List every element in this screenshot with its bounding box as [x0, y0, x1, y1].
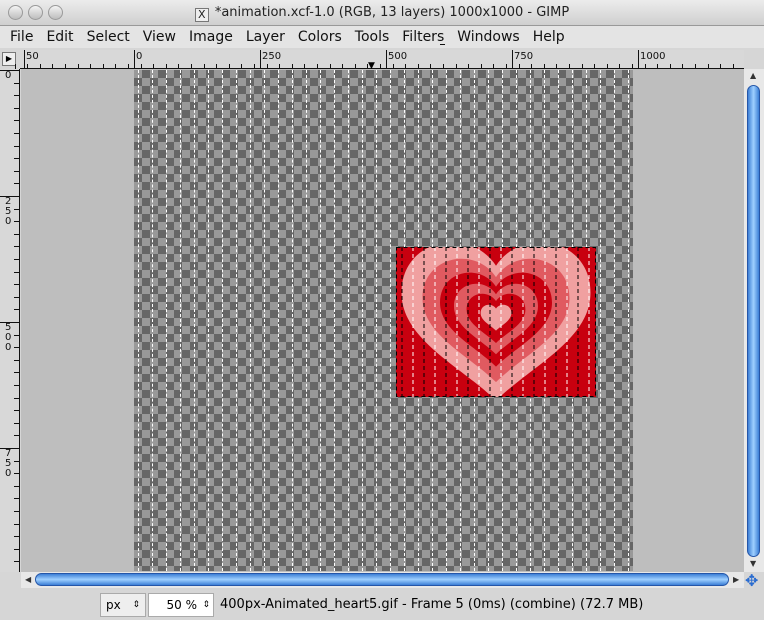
menu-layer[interactable]: Layer: [246, 26, 285, 48]
image-canvas[interactable]: [134, 70, 633, 571]
layer-boundary: [334, 70, 335, 571]
menu-label: Select: [86, 29, 130, 45]
ruler-label: 50: [26, 51, 39, 62]
menu-label: File: [10, 29, 34, 45]
scroll-left-icon[interactable]: ◀: [25, 575, 31, 584]
horizontal-scrollbar[interactable]: ◀ ▶: [21, 572, 744, 588]
zoom-input[interactable]: 50 % ⇕: [148, 593, 214, 617]
navigate-icon[interactable]: ✥: [745, 571, 758, 590]
layer-boundary: [320, 70, 321, 571]
ruler-label: 0: [5, 70, 12, 81]
menu-label: Help: [532, 29, 565, 45]
ruler-label: 250: [262, 51, 282, 62]
menu-label: Windows: [457, 29, 520, 45]
vertical-ruler: 0 250 500 750: [0, 69, 20, 572]
layer-boundary: [208, 70, 209, 571]
zoom-button[interactable]: [48, 5, 63, 20]
ruler-label: 0: [136, 51, 143, 62]
menu-help[interactable]: Help: [533, 26, 565, 48]
ruler-label: 1000: [640, 51, 666, 62]
menu-filters[interactable]: Filters: [402, 26, 446, 48]
layer-boundary: [166, 70, 167, 571]
menu-edit[interactable]: Edit: [46, 26, 73, 48]
layer-boundary: [376, 70, 377, 571]
menu-bar: File Edit Select View Image Layer Colors Tools F…: [0, 26, 764, 48]
menu-tools[interactable]: Tools: [355, 26, 390, 48]
unit-select[interactable]: px ⇕: [100, 593, 146, 617]
ruler-label: 750: [514, 51, 534, 62]
layer-boundary: [292, 70, 293, 571]
layer-boundary: [250, 70, 251, 571]
layer-boundary: [138, 70, 139, 571]
menu-select[interactable]: Select: [87, 26, 130, 48]
menu-label: Colors: [297, 29, 342, 45]
layer-boundary: [600, 70, 601, 571]
title-bar: X *animation.xcf-1.0 (RGB, 13 layers) 100…: [0, 0, 764, 26]
layer-boundary: [264, 70, 265, 571]
status-info: 400px-Animated_heart5.gif - Frame 5 (0ms…: [220, 597, 644, 612]
mnemonic-underline: [440, 44, 446, 45]
updown-icon: ⇕: [202, 600, 210, 610]
x11-icon: X: [194, 8, 209, 22]
layer-boundary: [236, 70, 237, 571]
minimize-button[interactable]: [28, 5, 43, 20]
updown-icon: ⇕: [132, 600, 140, 610]
window-title: *animation.xcf-1.0 (RGB, 13 layers) 1000…: [214, 5, 570, 20]
ruler-label: 500: [5, 322, 12, 353]
scroll-down-icon[interactable]: ▼: [750, 559, 756, 568]
horizontal-ruler: 50 0 250 500 750 1000 ▼: [14, 50, 744, 71]
scroll-up-icon[interactable]: ▲: [750, 71, 756, 80]
layer-boundary: [362, 70, 363, 571]
close-button[interactable]: [8, 5, 23, 20]
layer-boundary: [194, 70, 195, 571]
layer-boundary: [278, 70, 279, 571]
menu-view[interactable]: View: [143, 26, 176, 48]
menu-label: Filters: [402, 29, 445, 45]
layer-boundary: [306, 70, 307, 571]
menu-label: Tools: [354, 29, 390, 45]
heart-layer: [396, 247, 596, 397]
vertical-scroll-thumb[interactable]: [747, 85, 760, 557]
layer-boundary: [390, 70, 391, 571]
ruler-label: 500: [388, 51, 408, 62]
menu-file[interactable]: File: [10, 26, 33, 48]
horizontal-scroll-thumb[interactable]: [35, 573, 729, 586]
zoom-value: 50 %: [166, 598, 198, 612]
layer-boundary: [180, 70, 181, 571]
layer-boundary: [614, 70, 615, 571]
canvas-view[interactable]: [21, 69, 744, 572]
layer-boundary: [628, 70, 629, 571]
menu-label: Layer: [245, 29, 285, 45]
menu-label: Edit: [46, 29, 74, 45]
ruler-label: 750: [5, 448, 12, 479]
ruler-label: 250: [5, 196, 12, 227]
menu-label: View: [142, 29, 176, 45]
status-bar: px ⇕ 50 % ⇕ 400px-Animated_heart5.gif - Fr…: [0, 590, 764, 620]
layer-boundary: [222, 70, 223, 571]
vertical-scrollbar[interactable]: ▲ ▼: [744, 69, 764, 572]
unit-value: px: [106, 598, 121, 612]
menu-image[interactable]: Image: [189, 26, 233, 48]
menu-windows[interactable]: Windows: [457, 26, 520, 48]
scroll-right-icon[interactable]: ▶: [733, 575, 739, 584]
layer-boundary: [152, 70, 153, 571]
menu-colors[interactable]: Colors: [298, 26, 342, 48]
layer-boundary: [348, 70, 349, 571]
menu-label: Image: [189, 29, 233, 45]
